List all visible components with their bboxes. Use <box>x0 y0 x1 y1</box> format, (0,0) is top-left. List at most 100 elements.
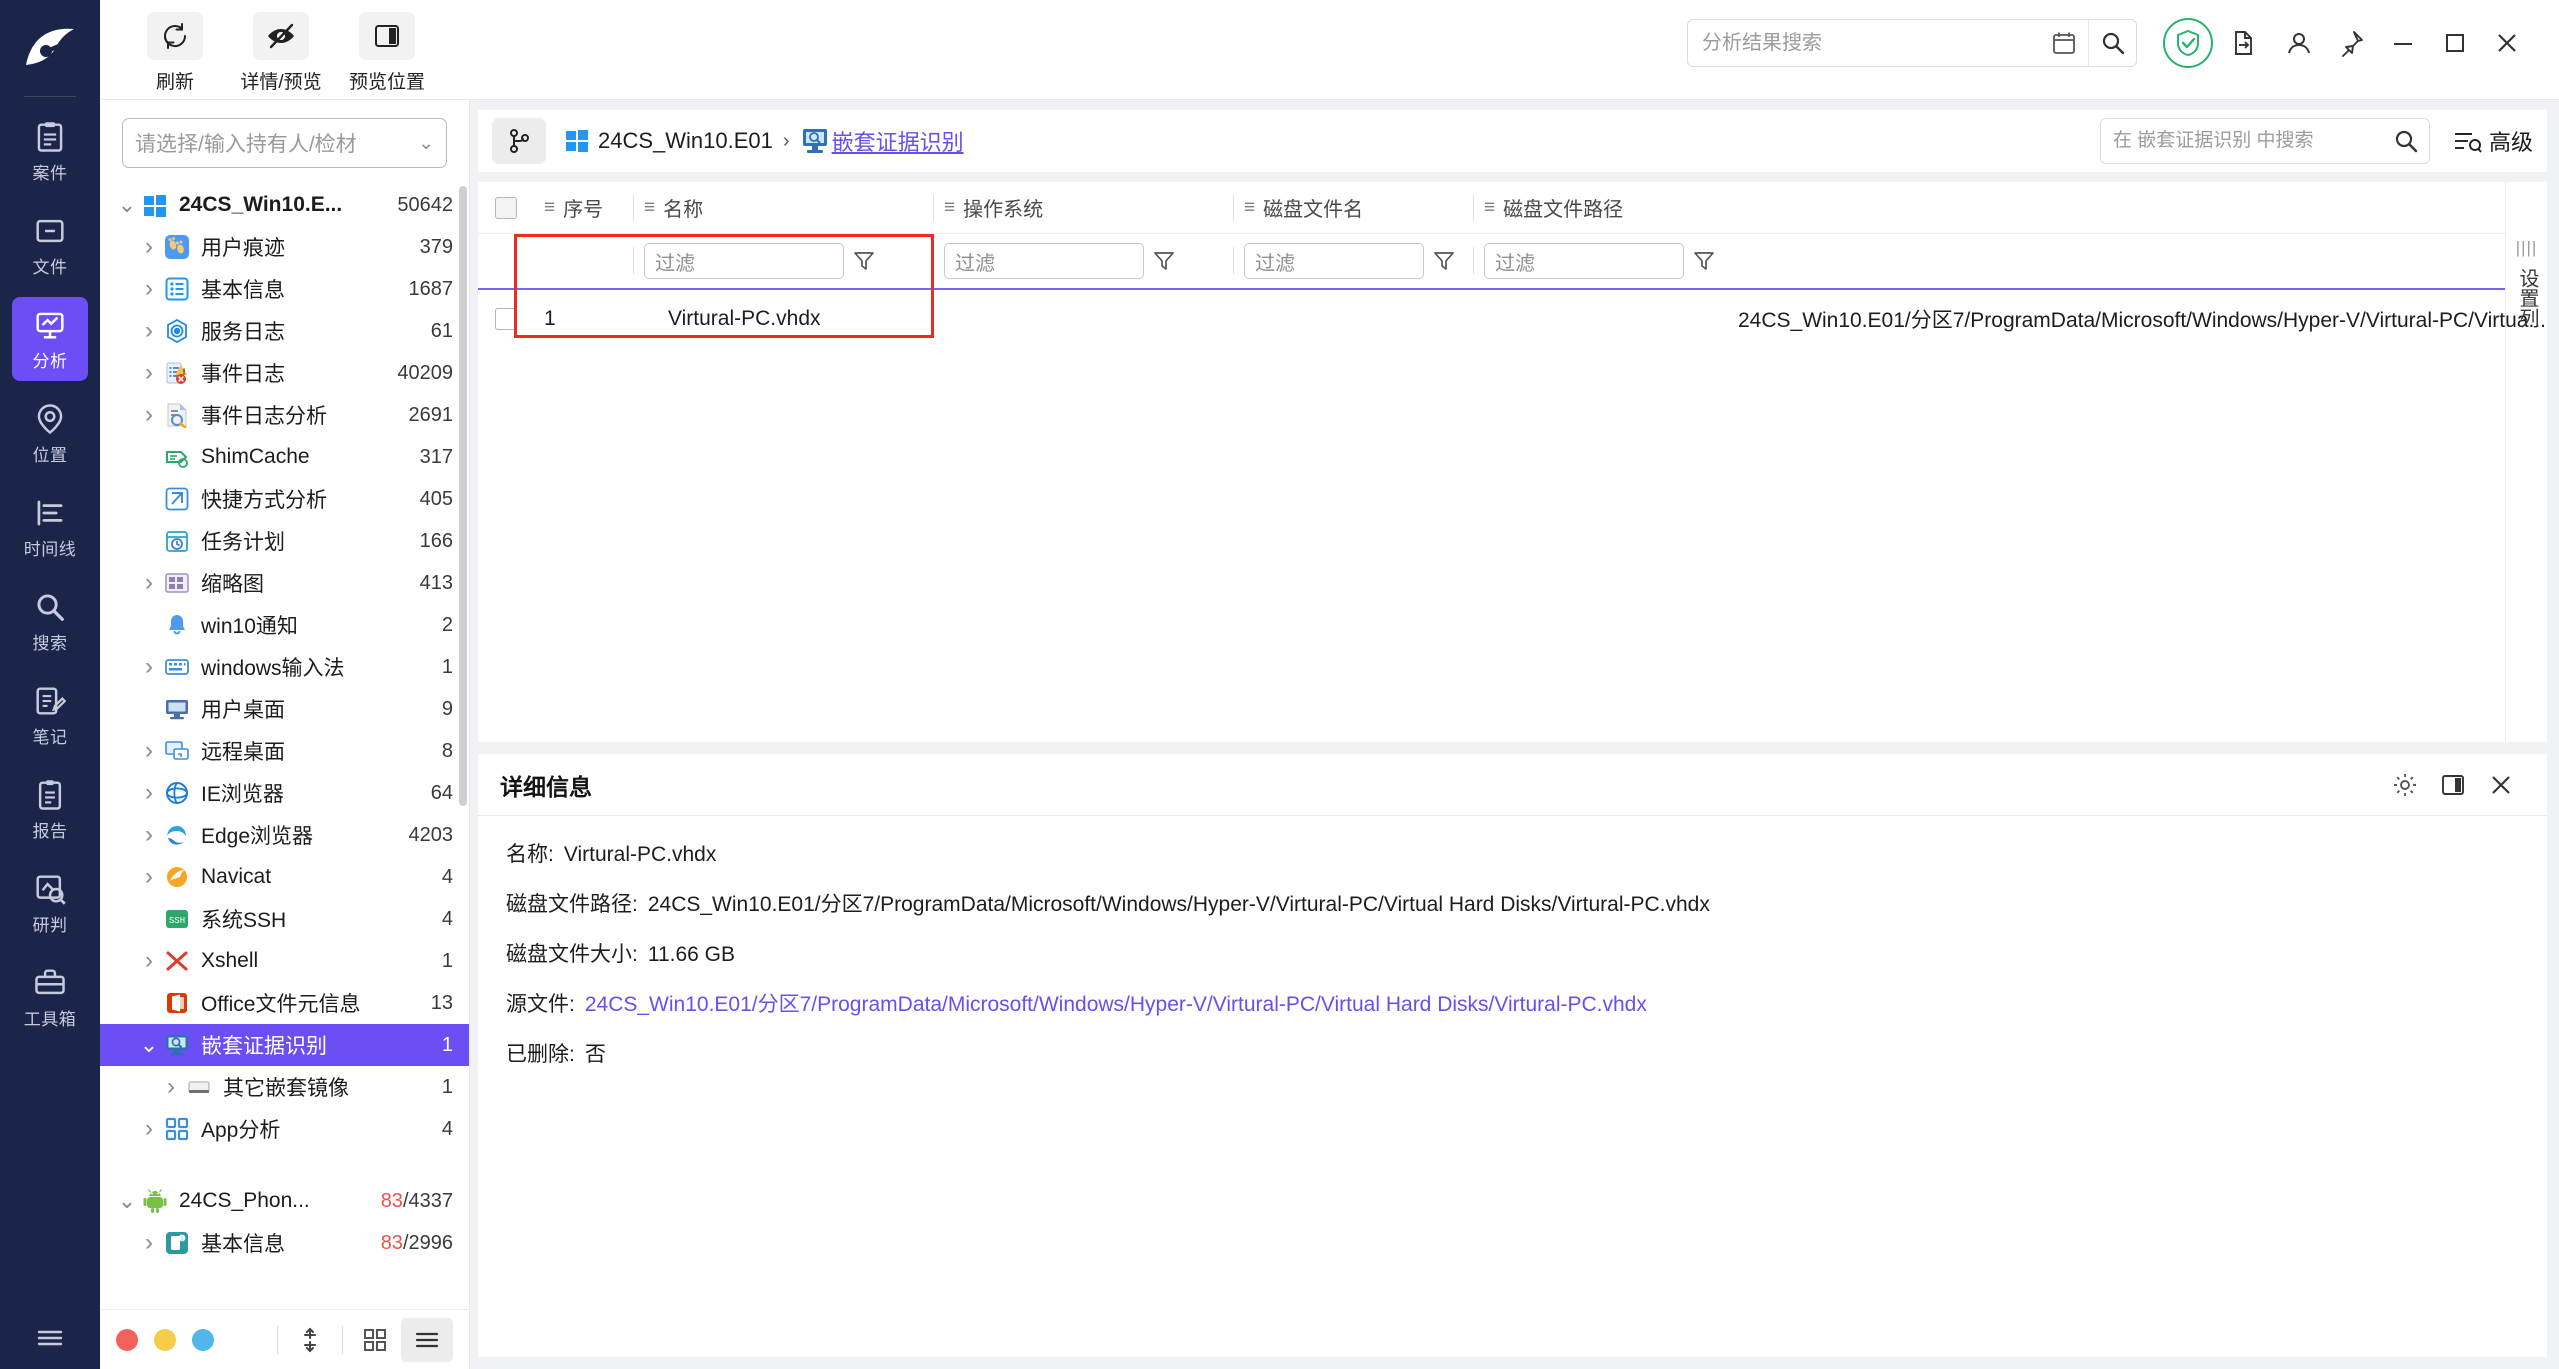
list-view-button[interactable] <box>401 1318 453 1362</box>
filter-cell-3[interactable]: 过滤 <box>934 233 1234 289</box>
filter-funnel-icon-2[interactable] <box>844 250 884 272</box>
scope-search-button[interactable] <box>2383 128 2429 154</box>
advanced-search-button[interactable]: 高级 <box>2452 125 2533 157</box>
chevron-right-icon[interactable]: › <box>136 1229 162 1257</box>
maximize-button[interactable] <box>2429 18 2481 68</box>
filter-cell-1[interactable] <box>534 233 634 289</box>
chevron-right-icon[interactable]: › <box>136 779 162 807</box>
chevron-right-icon[interactable]: › <box>136 737 162 765</box>
rail-item-4[interactable]: 位置 <box>12 391 88 475</box>
row-select-cell[interactable] <box>478 308 534 330</box>
chevron-right-icon[interactable]: › <box>136 317 162 345</box>
filter-cell-4[interactable]: 过滤 <box>1234 233 1474 289</box>
rail-item-5[interactable]: 时间线 <box>12 485 88 569</box>
table-row[interactable]: 1Virtural-PC.vhdx24CS_Win10.E01/分区7/Prog… <box>478 290 2505 348</box>
status-dot-blue[interactable] <box>192 1329 214 1351</box>
rail-item-8[interactable]: 报告 <box>12 767 88 851</box>
global-search-input[interactable] <box>1688 20 2040 66</box>
tree-node-20[interactable]: ›Office文件元信息13 <box>100 982 469 1024</box>
tree-node-25[interactable]: ⌄24CS_Phon...83/4337 <box>100 1180 469 1222</box>
tree-scroll-area[interactable]: ⌄24CS_Win10.E...50642›用户痕迹379›基本信息1687›服… <box>100 178 469 1309</box>
tree-node-9[interactable]: ›任务计划166 <box>100 520 469 562</box>
owner-select[interactable]: 请选择/输入持有人/检材 ⌄ <box>122 118 447 168</box>
chevron-right-icon[interactable]: › <box>136 947 162 975</box>
tree-node-26[interactable]: ›i基本信息83/2996 <box>100 1222 469 1264</box>
column-menu-icon[interactable]: ≡ <box>1244 197 1255 219</box>
tree-node-19[interactable]: ›Xshell1 <box>100 940 469 982</box>
filter-cell-2[interactable]: 过滤 <box>634 233 934 289</box>
filter-input-2[interactable]: 过滤 <box>644 243 844 279</box>
tree-scrollbar[interactable] <box>459 186 467 806</box>
rail-item-3[interactable]: 分析 <box>12 297 88 381</box>
detail-field-value[interactable]: 24CS_Win10.E01/分区7/ProgramData/Microsoft… <box>585 988 1647 1018</box>
rail-item-2[interactable]: 文件 <box>12 203 88 287</box>
tree-node-14[interactable]: ›远程桌面8 <box>100 730 469 772</box>
column-menu-icon[interactable]: ≡ <box>644 197 655 219</box>
breadcrumb-root[interactable]: 24CS_Win10.E01 <box>598 128 773 154</box>
grid-view-button[interactable] <box>349 1318 401 1362</box>
chevron-right-icon[interactable]: › <box>136 359 162 387</box>
preview-position-button[interactable]: 预览位置 <box>338 12 436 94</box>
column-header-5[interactable]: ≡磁盘文件路径 <box>1474 182 2559 234</box>
user-button[interactable] <box>2273 18 2325 68</box>
calendar-button[interactable] <box>2040 20 2088 66</box>
chevron-right-icon[interactable]: › <box>136 821 162 849</box>
pin-button[interactable] <box>2325 18 2377 68</box>
tree-node-16[interactable]: ›Edge浏览器4203 <box>100 814 469 856</box>
status-ok-badge[interactable] <box>2163 18 2213 68</box>
tree-node-22[interactable]: ›其它嵌套镜像1 <box>100 1066 469 1108</box>
global-search[interactable] <box>1687 19 2137 67</box>
detail-preview-button[interactable]: 详情/预览 <box>232 12 330 94</box>
rail-item-6[interactable]: 搜索 <box>12 579 88 663</box>
filter-funnel-icon-3[interactable] <box>1144 250 1184 272</box>
rail-item-1[interactable]: 案件 <box>12 109 88 193</box>
chevron-right-icon[interactable]: › <box>136 233 162 261</box>
detail-layout-button[interactable] <box>2429 763 2477 807</box>
refresh-button[interactable]: 刷新 <box>126 12 224 94</box>
rail-item-9[interactable]: 研判 <box>12 861 88 945</box>
select-all-checkbox[interactable] <box>495 197 517 219</box>
column-menu-icon[interactable]: ≡ <box>544 197 555 219</box>
detail-settings-button[interactable] <box>2381 763 2429 807</box>
global-search-button[interactable] <box>2088 20 2136 66</box>
tree-node-3[interactable]: ›基本信息1687 <box>100 268 469 310</box>
scope-search[interactable] <box>2100 118 2430 164</box>
chevron-right-icon[interactable]: › <box>136 1115 162 1143</box>
tree-node-8[interactable]: ›快捷方式分析405 <box>100 478 469 520</box>
column-header-3[interactable]: ≡操作系统 <box>934 182 1234 234</box>
chevron-right-icon[interactable]: › <box>136 569 162 597</box>
row-checkbox[interactable] <box>495 308 517 330</box>
tree-node-18[interactable]: ›SSH系统SSH4 <box>100 898 469 940</box>
status-dot-red[interactable] <box>116 1329 138 1351</box>
tree-node-21[interactable]: ⌄嵌套证据识别1 <box>100 1024 469 1066</box>
chevron-right-icon[interactable]: › <box>136 863 162 891</box>
close-button[interactable] <box>2481 18 2533 68</box>
minimize-button[interactable] <box>2377 18 2429 68</box>
tree-node-23[interactable]: ›App分析4 <box>100 1108 469 1150</box>
filter-input-5[interactable]: 过滤 <box>1484 243 1684 279</box>
chevron-right-icon[interactable]: › <box>136 653 162 681</box>
rail-item-10[interactable]: 工具箱 <box>12 955 88 1039</box>
tree-node-1[interactable]: ⌄24CS_Win10.E...50642 <box>100 184 469 226</box>
scope-search-input[interactable] <box>2101 119 2383 163</box>
detail-close-button[interactable] <box>2477 763 2525 807</box>
column-header-4[interactable]: ≡磁盘文件名 <box>1234 182 1474 234</box>
tree-node-7[interactable]: ›ShimCache317 <box>100 436 469 478</box>
status-dot-yellow[interactable] <box>154 1329 176 1351</box>
rail-menu-button[interactable] <box>0 1321 100 1355</box>
tree-node-6[interactable]: ›事件日志分析2691 <box>100 394 469 436</box>
chevron-down-icon[interactable]: ⌄ <box>136 1032 162 1058</box>
column-menu-icon[interactable]: ≡ <box>944 197 955 219</box>
sort-button[interactable] <box>284 1318 336 1362</box>
branch-button[interactable] <box>492 118 546 164</box>
chevron-down-icon[interactable]: ⌄ <box>114 1188 140 1214</box>
filter-funnel-icon-4[interactable] <box>1424 250 1464 272</box>
export-button[interactable] <box>2213 18 2273 68</box>
chevron-right-icon[interactable]: › <box>136 401 162 429</box>
column-menu-icon[interactable]: ≡ <box>1484 197 1495 219</box>
column-header-1[interactable]: ≡序号 <box>534 182 634 234</box>
tree-node-10[interactable]: ›缩略图413 <box>100 562 469 604</box>
select-all-cell[interactable] <box>478 197 534 219</box>
chevron-down-icon[interactable]: ⌄ <box>114 192 140 218</box>
rail-item-7[interactable]: 笔记 <box>12 673 88 757</box>
